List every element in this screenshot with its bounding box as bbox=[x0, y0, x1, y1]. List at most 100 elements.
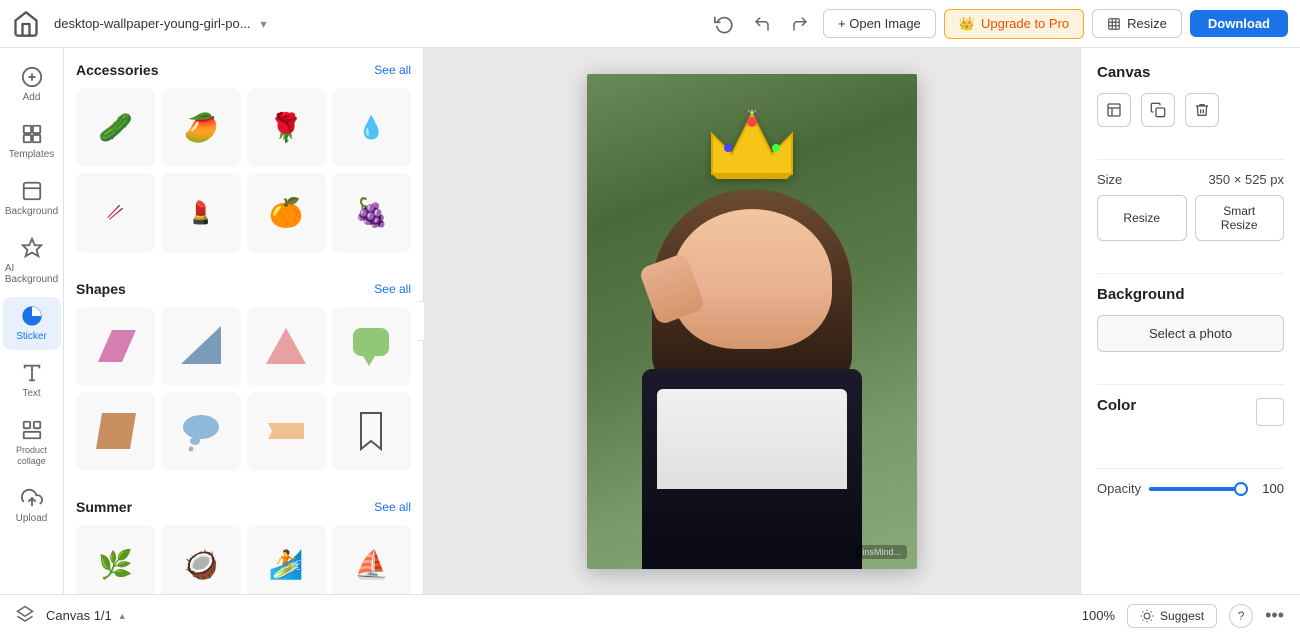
canvas-background: insMind... bbox=[587, 74, 917, 569]
filename-chevron-icon[interactable]: ▾ bbox=[261, 17, 267, 31]
shapes-see-all[interactable]: See all bbox=[374, 282, 411, 296]
more-button[interactable]: ••• bbox=[1265, 605, 1284, 626]
canvas-label: Canvas 1/1 ▲ bbox=[46, 608, 127, 623]
summer-title: Summer bbox=[76, 499, 132, 515]
opacity-label: Opacity bbox=[1097, 481, 1141, 496]
shape-pink-quad[interactable] bbox=[76, 307, 155, 386]
crown-icon: 👑 bbox=[959, 16, 975, 32]
watermark: insMind... bbox=[856, 545, 907, 559]
sticker-leaf[interactable]: 🌿 bbox=[76, 525, 155, 594]
opacity-slider[interactable] bbox=[1149, 487, 1248, 491]
opacity-value: 100 bbox=[1256, 481, 1284, 496]
opacity-row: Opacity 100 bbox=[1097, 481, 1284, 496]
delete-tool-button[interactable] bbox=[1185, 93, 1219, 127]
accessories-title: Accessories bbox=[76, 62, 159, 78]
format-tool-button[interactable] bbox=[1097, 93, 1131, 127]
main-layout: Add Templates Background AI Background S… bbox=[0, 48, 1300, 594]
shape-brown-quad[interactable] bbox=[76, 392, 155, 471]
bottom-bar: Canvas 1/1 ▲ 100% Suggest ? ••• bbox=[0, 594, 1300, 636]
summer-header: Summer See all bbox=[76, 499, 411, 515]
sidebar-item-text[interactable]: Text bbox=[3, 354, 61, 407]
background-section-title: Background bbox=[1097, 286, 1284, 303]
resize-button[interactable]: Resize bbox=[1092, 9, 1182, 38]
opacity-section: Opacity 100 bbox=[1097, 481, 1284, 496]
topbar: desktop-wallpaper-young-girl-po... ▾ + O… bbox=[0, 0, 1300, 48]
size-row: Size 350 × 525 px bbox=[1097, 172, 1284, 187]
sidebar-item-product-collage[interactable]: Product collage bbox=[3, 411, 61, 475]
sticker-stick[interactable]: 🥢 bbox=[76, 173, 155, 252]
smart-resize-button[interactable]: Smart Resize bbox=[1195, 195, 1285, 241]
background-section: Background Select a photo bbox=[1097, 286, 1284, 352]
help-button[interactable]: ? bbox=[1229, 604, 1253, 628]
sticker-coconut[interactable]: 🥥 bbox=[161, 525, 240, 594]
suggest-button[interactable]: Suggest bbox=[1127, 604, 1217, 628]
copy-tool-button[interactable] bbox=[1141, 93, 1175, 127]
sticker-cucumber[interactable]: 🥒 bbox=[76, 88, 155, 167]
right-panel: Canvas Size 350 × 525 px Resize Smart Re… bbox=[1080, 48, 1300, 594]
summer-grid: 🌿 🥥 🏄 ⛵ 🍦 🕶 🍉 👒 bbox=[76, 525, 411, 594]
select-photo-button[interactable]: Select a photo bbox=[1097, 315, 1284, 352]
resize-canvas-button[interactable]: Resize bbox=[1097, 195, 1187, 241]
home-icon[interactable] bbox=[12, 10, 40, 38]
summer-see-all[interactable]: See all bbox=[374, 500, 411, 514]
color-row: Color bbox=[1097, 397, 1284, 426]
color-swatch[interactable] bbox=[1256, 398, 1284, 426]
shape-blue-triangle[interactable] bbox=[161, 307, 240, 386]
sticker-lipstick[interactable]: 💄 bbox=[161, 173, 240, 252]
sticker-grapes[interactable]: 🍇 bbox=[332, 173, 411, 252]
sticker-orange[interactable]: 🍊 bbox=[247, 173, 326, 252]
canvas-area: insMind... bbox=[424, 48, 1080, 594]
sticker-water[interactable]: 💧 bbox=[332, 88, 411, 167]
suggest-label: Suggest bbox=[1160, 609, 1204, 623]
sticker-rose[interactable]: 🌹 bbox=[247, 88, 326, 167]
opacity-knob[interactable] bbox=[1234, 482, 1248, 496]
size-resize-row: Resize Smart Resize bbox=[1097, 195, 1284, 241]
shapes-title: Shapes bbox=[76, 281, 126, 297]
sidebar-item-add[interactable]: Add bbox=[3, 58, 61, 111]
sticker-lifebuoy[interactable]: ⛵ bbox=[332, 525, 411, 594]
color-section: Color bbox=[1097, 397, 1284, 436]
size-label: Size bbox=[1097, 172, 1122, 187]
canvas-tools bbox=[1097, 93, 1284, 127]
undo-button[interactable] bbox=[747, 9, 777, 39]
icon-sidebar: Add Templates Background AI Background S… bbox=[0, 48, 64, 594]
accessories-section: Accessories See all 🥒 🥭 🌹 💧 🥢 💄 🍊 🍇 bbox=[64, 48, 423, 267]
shape-speech-bubble[interactable] bbox=[332, 307, 411, 386]
sidebar-item-background[interactable]: Background bbox=[3, 172, 61, 225]
zoom-value: 100% bbox=[1082, 608, 1115, 623]
shape-thought-bubble[interactable] bbox=[161, 392, 240, 471]
summer-section: Summer See all 🌿 🥥 🏄 ⛵ 🍦 🕶 🍉 👒 bbox=[64, 485, 423, 594]
shape-peach-banner[interactable] bbox=[247, 392, 326, 471]
accessories-see-all[interactable]: See all bbox=[374, 63, 411, 77]
accessories-grid: 🥒 🥭 🌹 💧 🥢 💄 🍊 🍇 bbox=[76, 88, 411, 253]
sidebar-item-upload[interactable]: Upload bbox=[3, 479, 61, 532]
history-button[interactable] bbox=[709, 9, 739, 39]
sidebar-item-sticker[interactable]: Sticker bbox=[3, 297, 61, 350]
shapes-grid bbox=[76, 307, 411, 472]
sticker-panel-wrapper: Accessories See all 🥒 🥭 🌹 💧 🥢 💄 🍊 🍇 bbox=[64, 48, 424, 594]
file-name: desktop-wallpaper-young-girl-po... bbox=[54, 16, 251, 31]
shapes-section: Shapes See all bbox=[64, 267, 423, 486]
canvas-label-text: Canvas 1/1 bbox=[46, 608, 112, 623]
crown-sticker[interactable] bbox=[702, 104, 802, 197]
sidebar-item-ai-background[interactable]: AI Background bbox=[3, 229, 61, 293]
sidebar-item-templates[interactable]: Templates bbox=[3, 115, 61, 168]
shape-pink-triangle[interactable] bbox=[247, 307, 326, 386]
upgrade-button[interactable]: 👑 Upgrade to Pro bbox=[944, 9, 1084, 39]
topbar-actions: + Open Image 👑 Upgrade to Pro Resize Dow… bbox=[709, 9, 1288, 39]
shape-bookmark[interactable] bbox=[332, 392, 411, 471]
color-label: Color bbox=[1097, 397, 1136, 414]
shapes-header: Shapes See all bbox=[76, 281, 411, 297]
size-value: 350 × 525 px bbox=[1208, 172, 1284, 187]
layers-icon[interactable] bbox=[16, 605, 34, 626]
sticker-panel: Accessories See all 🥒 🥭 🌹 💧 🥢 💄 🍊 🍇 bbox=[64, 48, 424, 594]
accessories-header: Accessories See all bbox=[76, 62, 411, 78]
open-image-button[interactable]: + Open Image bbox=[823, 9, 936, 38]
canvas-section-title: Canvas bbox=[1097, 64, 1284, 81]
canvas-container: insMind... bbox=[587, 74, 917, 569]
sticker-mango[interactable]: 🥭 bbox=[161, 88, 240, 167]
canvas-label-chevron-icon: ▲ bbox=[118, 611, 127, 621]
download-button[interactable]: Download bbox=[1190, 10, 1288, 37]
sticker-surfboard[interactable]: 🏄 bbox=[247, 525, 326, 594]
redo-button[interactable] bbox=[785, 9, 815, 39]
